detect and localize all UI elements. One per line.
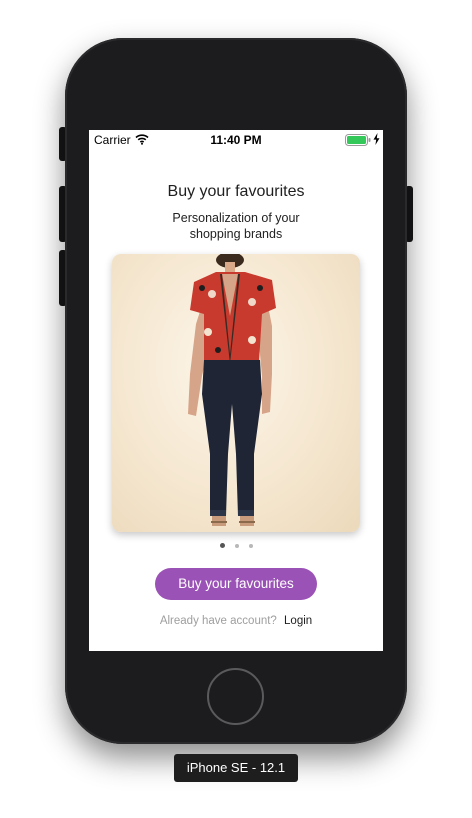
model-outfit-photo	[188, 254, 276, 526]
battery-icon	[345, 134, 371, 146]
onboarding-subtitle: Personalization of your shopping brands	[172, 211, 300, 241]
status-time: 11:40 PM	[210, 133, 262, 147]
carousel-card[interactable]	[112, 254, 360, 532]
carousel-page-indicator[interactable]	[89, 543, 383, 548]
page-dot-3[interactable]	[248, 544, 253, 548]
login-link[interactable]: Login	[284, 615, 312, 627]
app-screen: Carrier 11:40 PM Buy your favourites Per…	[89, 130, 383, 651]
home-button[interactable]	[207, 668, 264, 725]
device-label: iPhone SE - 12.1	[174, 754, 298, 782]
page-dot-2[interactable]	[234, 544, 239, 548]
charging-icon	[373, 133, 380, 145]
onboarding-title: Buy your favourites	[167, 183, 305, 200]
account-prompt: Already have account?	[159, 615, 277, 627]
status-bar: Carrier 11:40 PM	[89, 130, 383, 150]
account-row: Already have account? Login	[89, 615, 383, 627]
buy-favourites-button[interactable]: Buy your favourites	[155, 568, 317, 600]
page-dot-1[interactable]	[219, 543, 225, 548]
simulator-stage: Carrier 11:40 PM Buy your favourites Per…	[0, 0, 472, 818]
